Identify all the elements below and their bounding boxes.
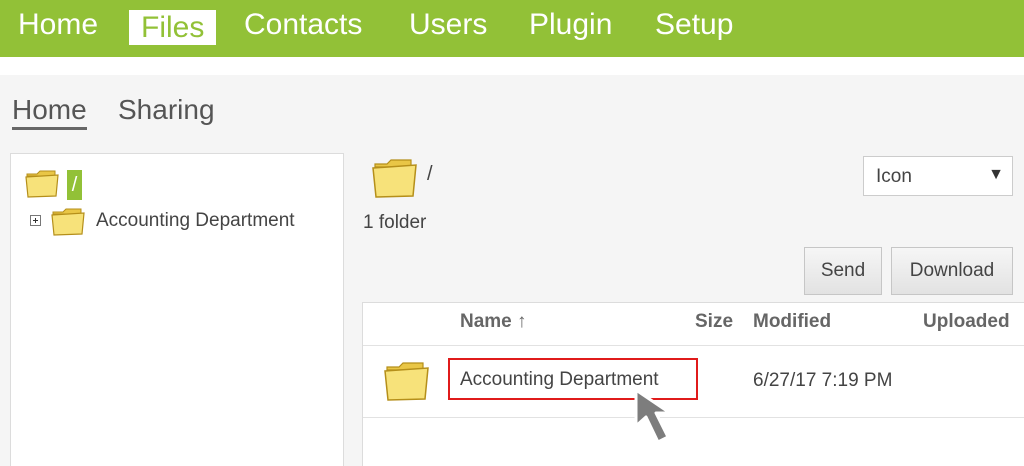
view-mode-select[interactable]: Icon ▼ — [863, 156, 1013, 196]
tree-item-accounting-department[interactable]: Accounting Department — [96, 210, 295, 232]
nav-users[interactable]: Users — [409, 0, 487, 46]
tree-root-label[interactable]: / — [67, 170, 82, 200]
download-button[interactable]: Download — [891, 247, 1013, 295]
mouse-cursor-icon — [632, 386, 696, 453]
breadcrumb[interactable]: / — [427, 163, 433, 186]
nav-files[interactable]: Files — [129, 10, 217, 45]
tree-root-folder-icon[interactable] — [25, 168, 61, 202]
column-header-modified[interactable]: Modified — [753, 311, 831, 333]
send-button[interactable]: Send — [804, 247, 882, 295]
current-folder-icon — [371, 155, 419, 204]
nav-setup[interactable]: Setup — [655, 0, 733, 46]
nav-home[interactable]: Home — [18, 0, 98, 46]
tree-folder-icon[interactable] — [51, 206, 87, 241]
folder-icon[interactable] — [383, 358, 431, 407]
folder-count: 1 folder — [363, 212, 427, 233]
file-row-modified: 6/27/17 7:19 PM — [753, 370, 893, 391]
view-mode-value: Icon — [876, 166, 912, 187]
column-header-uploaded[interactable]: Uploaded — [923, 311, 1010, 333]
header-divider — [363, 345, 1024, 346]
tree-expand-icon[interactable] — [30, 215, 41, 226]
column-header-name[interactable]: Name ↑ — [460, 311, 527, 333]
tab-home[interactable]: Home — [12, 94, 87, 130]
header-spacer — [0, 57, 1024, 75]
nav-contacts[interactable]: Contacts — [244, 0, 362, 46]
top-nav: Home Files Contacts Users Plugin Setup — [0, 0, 1024, 57]
nav-plugin[interactable]: Plugin — [529, 0, 612, 46]
dropdown-arrow-icon: ▼ — [988, 166, 1004, 183]
folder-tree: / Accounting Department — [10, 153, 344, 466]
column-header-size[interactable]: Size — [695, 311, 733, 333]
tab-sharing[interactable]: Sharing — [118, 94, 215, 126]
